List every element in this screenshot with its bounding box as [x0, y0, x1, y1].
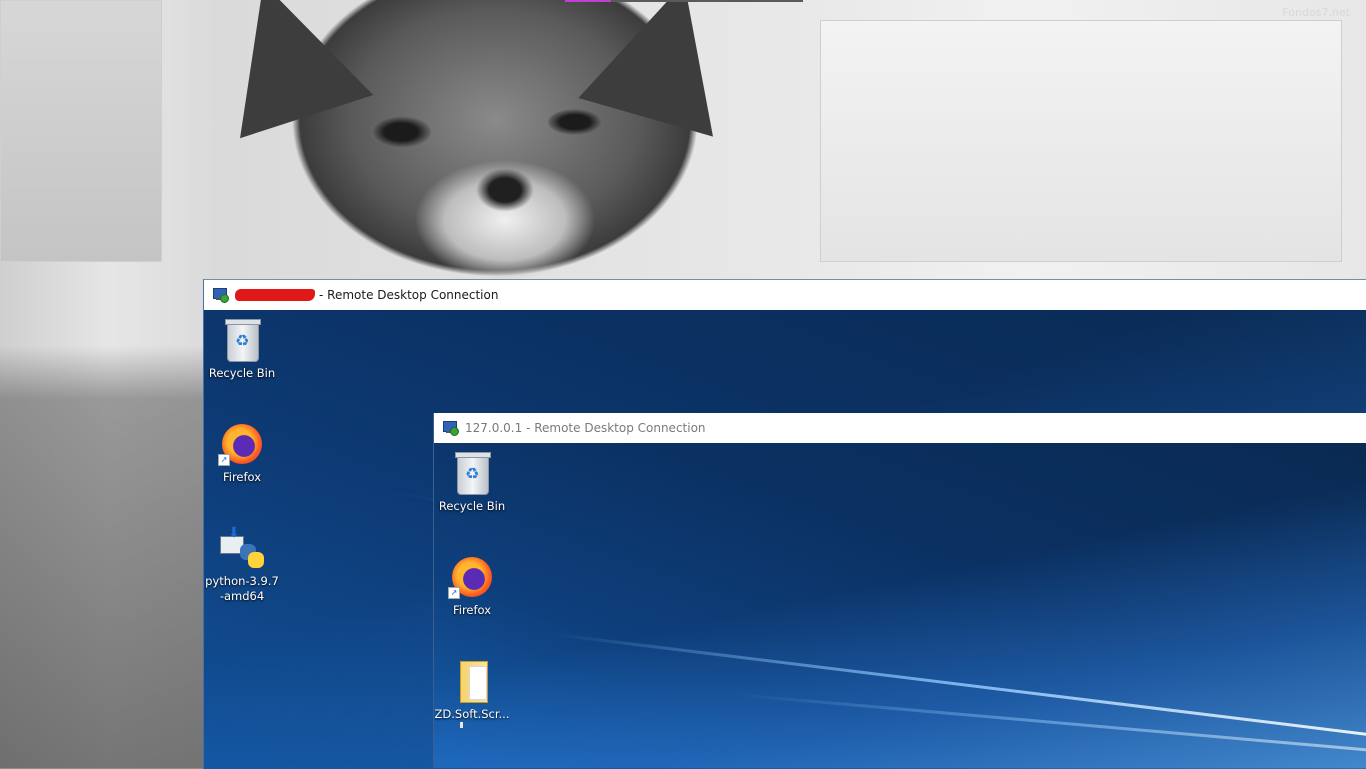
- python-installer-icon: ⬇: [218, 524, 266, 572]
- recycle-bin-icon: ♻: [218, 316, 266, 364]
- desktop-icon-label-line2: -amd64: [219, 589, 265, 603]
- wallpaper-panel: [820, 20, 1342, 262]
- host-top-strip: [565, 0, 803, 2]
- shortcut-arrow-icon: ↗: [448, 587, 460, 599]
- remote-desktop-icon: [213, 287, 229, 303]
- desktop-icon-zd-soft-folder[interactable]: ZD.Soft.Scr...: [434, 657, 510, 728]
- desktop-icon-label: Recycle Bin: [438, 499, 506, 513]
- outer-window-title: - Remote Desktop Connection: [319, 288, 499, 302]
- desktop-icon-python-installer[interactable]: ⬇ python-3.9.7 -amd64: [204, 524, 280, 604]
- desktop-icon-label-line1: python-3.9.7: [205, 574, 279, 588]
- recycle-bin-icon: ♻: [448, 449, 496, 497]
- partial-icon-stub: [460, 722, 463, 728]
- outer-rdp-titlebar[interactable]: - Remote Desktop Connection: [204, 280, 1366, 310]
- wallpaper-light-beam: [553, 633, 1366, 736]
- folder-icon: [448, 657, 496, 705]
- desktop-icon-label: Firefox: [222, 470, 262, 484]
- wallpaper-panel: [0, 0, 162, 262]
- inner-remote-desktop[interactable]: ♻ Recycle Bin ↗ Firefox ZD.Soft.Scr...: [434, 443, 1366, 768]
- firefox-icon: ↗: [218, 420, 266, 468]
- desktop-icon-label: Recycle Bin: [208, 366, 276, 380]
- desktop-icon-recycle-bin[interactable]: ♻ Recycle Bin: [204, 316, 280, 381]
- desktop-icon-label: Firefox: [452, 603, 492, 617]
- inner-rdp-window[interactable]: 127.0.0.1 - Remote Desktop Connection ♻ …: [433, 413, 1366, 768]
- wallpaper-watermark: Fondos7.net: [1282, 6, 1350, 19]
- inner-window-title: 127.0.0.1 - Remote Desktop Connection: [465, 421, 706, 435]
- shortcut-arrow-icon: ↗: [218, 454, 230, 466]
- desktop-icon-label: ZD.Soft.Scr...: [434, 707, 510, 721]
- desktop-icon-firefox[interactable]: ↗ Firefox: [204, 420, 280, 485]
- redacted-hostname: [235, 289, 315, 301]
- firefox-icon: ↗: [448, 553, 496, 601]
- desktop-icon-firefox[interactable]: ↗ Firefox: [434, 553, 510, 618]
- top-strip-accent: [565, 0, 611, 2]
- kitten-image: [205, 0, 765, 300]
- desktop-icon-recycle-bin[interactable]: ♻ Recycle Bin: [434, 449, 510, 514]
- remote-desktop-icon: [443, 420, 459, 436]
- inner-rdp-titlebar[interactable]: 127.0.0.1 - Remote Desktop Connection: [434, 413, 1366, 443]
